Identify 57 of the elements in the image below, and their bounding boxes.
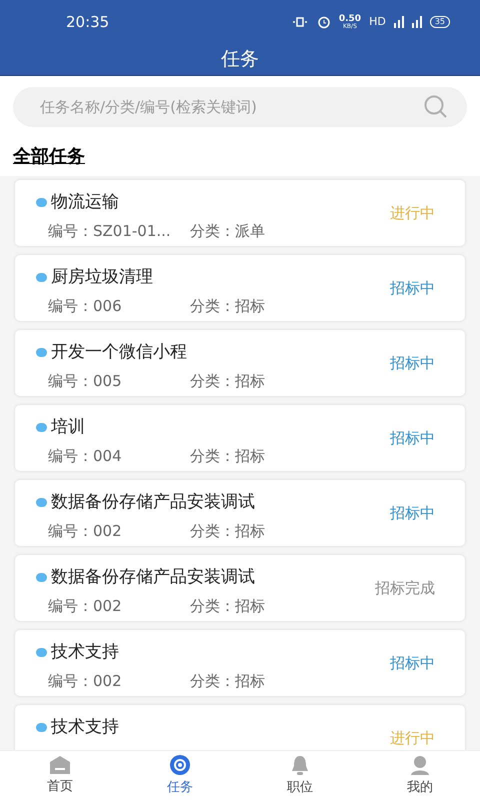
task-number: 编号：002 — [48, 520, 123, 542]
task-category: 分类：招标 — [190, 446, 265, 466]
task-name: 厨房垃圾清理 — [51, 266, 153, 289]
task-name: 开发一个微信小程 — [51, 341, 187, 364]
signal-icon — [394, 16, 404, 28]
task-number: 编号：002 — [48, 670, 123, 692]
task-number: 编号：006 — [48, 296, 123, 316]
task-status: 进行中 — [390, 202, 435, 224]
task-status: 招标中 — [390, 502, 435, 524]
bell-icon — [289, 754, 311, 776]
page-title: 任务 — [221, 47, 259, 72]
task-status: 招标中 — [390, 278, 435, 299]
status-time: 20:35 — [66, 12, 110, 33]
task-status: 招标中 — [390, 352, 435, 374]
hd-label: HD — [369, 14, 386, 30]
task-card[interactable]: 技术支持 编号：002 分类：招标 招标中 — [15, 630, 465, 696]
task-name: 培训 — [51, 416, 85, 439]
nav-tab[interactable]: 我的 — [360, 751, 480, 800]
task-name: 数据备份存储产品安装调试 — [51, 491, 255, 514]
nav-tab[interactable]: 首页 — [0, 751, 120, 800]
task-status: 招标完成 — [375, 578, 435, 599]
task-card[interactable]: 物流运输 编号：SZ01-01... 分类：派单 进行中 — [15, 180, 465, 246]
task-number: 编号：002 — [48, 596, 123, 616]
alarm-icon — [316, 15, 331, 29]
task-status: 招标中 — [390, 428, 435, 449]
section-title: 全部任务 — [13, 146, 85, 167]
task-name: 物流运输 — [51, 191, 119, 214]
task-number: 编号：005 — [48, 370, 123, 392]
task-card[interactable]: 数据备份存储产品安装调试 编号：002 分类：招标 招标完成 — [15, 555, 465, 621]
task-name: 数据备份存储产品安装调试 — [51, 566, 255, 589]
nav-tab[interactable]: 任务 — [120, 751, 240, 800]
task-card[interactable]: 技术支持 进行中 — [15, 705, 465, 750]
task-category: 分类：派单 — [190, 220, 265, 242]
battery-level: 35 — [430, 16, 450, 28]
task-card[interactable]: 数据备份存储产品安装调试 编号：002 分类：招标 招标中 — [15, 480, 465, 546]
task-category: 分类：招标 — [190, 296, 265, 316]
network-speed: 0.50 — [338, 14, 362, 24]
task-name: 技术支持 — [51, 641, 119, 664]
task-number: 编号：004 — [48, 446, 123, 466]
task-category: 分类：招标 — [190, 670, 265, 692]
task-status: 进行中 — [390, 728, 435, 749]
task-category: 分类：招标 — [190, 370, 265, 392]
task-card[interactable]: 开发一个微信小程 编号：005 分类：招标 招标中 — [15, 330, 465, 396]
signal-icon — [412, 16, 422, 28]
compass-icon — [169, 754, 191, 776]
nav-tab[interactable]: 职位 — [240, 751, 360, 800]
task-name: 技术支持 — [51, 716, 119, 739]
user-icon — [409, 754, 431, 776]
home-icon — [49, 754, 71, 775]
task-number: 编号：SZ01-01... — [48, 220, 172, 242]
task-category: 分类：招标 — [190, 596, 265, 616]
search-field[interactable]: 任务名称/分类/编号(检索关键词) — [13, 87, 467, 127]
task-card[interactable]: 厨房垃圾清理 编号：006 分类：招标 招标中 — [15, 255, 465, 321]
search-icon — [423, 95, 449, 119]
task-card[interactable]: 培训 编号：004 分类：招标 招标中 — [15, 405, 465, 471]
task-category: 分类：招标 — [190, 520, 265, 542]
task-status: 招标中 — [390, 652, 435, 674]
